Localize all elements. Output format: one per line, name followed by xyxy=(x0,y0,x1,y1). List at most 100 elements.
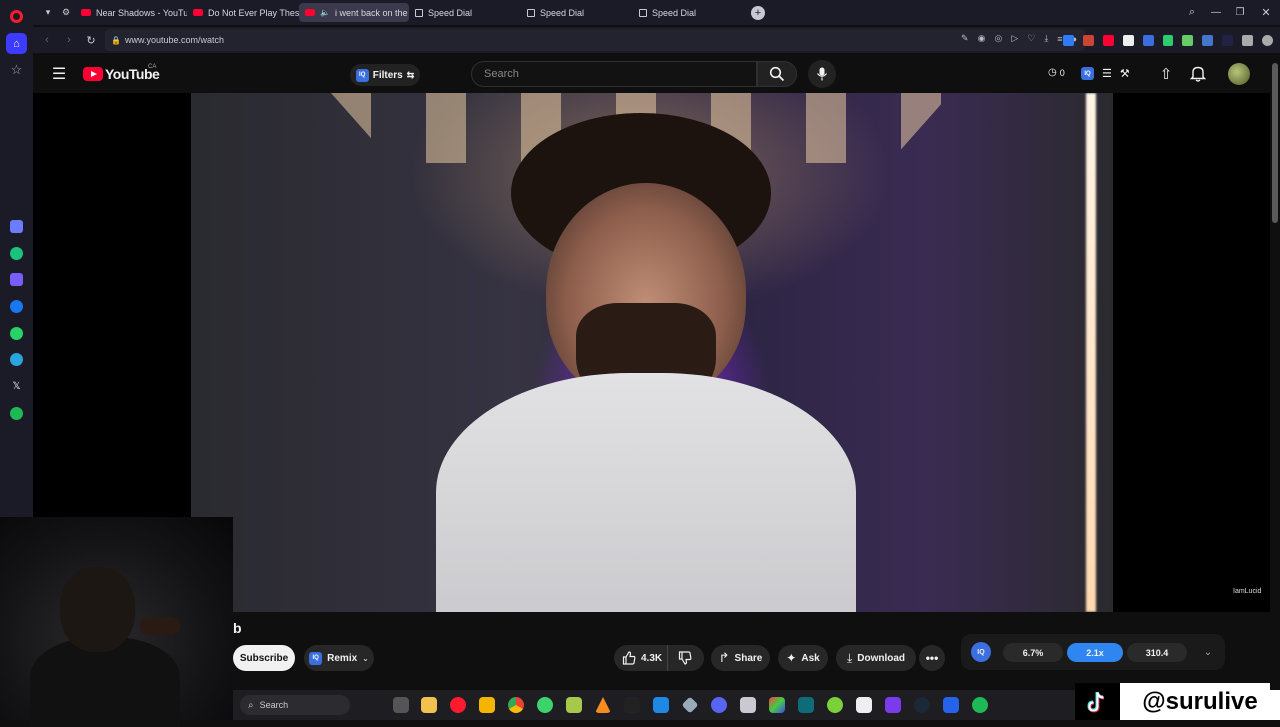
tab-i-went-back[interactable]: 🔈 i went back on the da xyxy=(299,3,409,22)
task-view-icon[interactable] xyxy=(393,697,409,713)
tab-near-shadows[interactable]: Near Shadows - YouTube xyxy=(75,3,187,22)
tab-do-not-ever-play[interactable]: Do Not Ever Play These G xyxy=(187,3,299,22)
opera-taskbar-icon[interactable] xyxy=(450,697,466,713)
steam-icon[interactable] xyxy=(914,697,930,713)
grid-app-icon[interactable] xyxy=(740,697,756,713)
remix-button[interactable]: IQ Remix ⌄ xyxy=(304,645,374,671)
telegram-icon[interactable] xyxy=(10,353,23,366)
cursor-app-icon[interactable] xyxy=(624,697,640,713)
diamond-app-icon[interactable] xyxy=(681,696,699,714)
watch-time-indicator[interactable]: ◷ 0 xyxy=(1048,67,1065,78)
chat-app-icon[interactable] xyxy=(10,273,23,286)
capcut-icon[interactable] xyxy=(856,697,872,713)
spotify-icon[interactable] xyxy=(10,407,23,420)
teal-app-icon[interactable] xyxy=(798,697,814,713)
iq-stat-score[interactable]: 310.4 xyxy=(1127,643,1187,662)
stack-app-icon[interactable] xyxy=(566,697,582,713)
vlc-icon[interactable] xyxy=(595,697,611,713)
like-button[interactable]: 4.3K xyxy=(614,645,668,671)
iq-stat-percent[interactable]: 6.7% xyxy=(1003,643,1063,662)
dislike-button[interactable] xyxy=(668,645,702,671)
download-button[interactable]: ⤓ Download xyxy=(836,645,916,671)
speaker-icon[interactable]: 🔈 xyxy=(320,8,330,17)
tab-speed-dial-1[interactable]: Speed Dial xyxy=(409,3,521,22)
star-icon[interactable]: ☆ xyxy=(8,62,25,78)
list-icon[interactable]: ☰ xyxy=(1102,67,1112,80)
tab-speed-dial-2[interactable]: Speed Dial xyxy=(521,3,633,22)
play-icon[interactable]: ▷ xyxy=(1011,33,1018,44)
extension-iq-icon[interactable] xyxy=(1142,34,1154,46)
close-window-icon[interactable]: ✕ xyxy=(1252,6,1280,19)
green-app-icon[interactable] xyxy=(537,697,553,713)
more-actions-button[interactable]: ••• xyxy=(919,645,945,671)
voice-search-button[interactable] xyxy=(808,60,836,88)
minimize-icon[interactable]: — xyxy=(1204,7,1228,18)
vpn-icon[interactable]: ◎ xyxy=(994,33,1002,44)
camera-icon[interactable]: ◉ xyxy=(978,33,986,44)
restore-icon[interactable]: ❐ xyxy=(1228,7,1252,18)
avatar[interactable] xyxy=(1228,63,1250,85)
taskbar-search[interactable]: ⌕ Search xyxy=(240,695,350,715)
clock-icon: ◷ xyxy=(1048,67,1057,78)
tab-search-icon[interactable]: ⌕ xyxy=(1180,6,1204,19)
home-icon[interactable]: ⌂ xyxy=(6,33,27,54)
iq-widget-logo-icon[interactable]: IQ xyxy=(971,642,991,662)
tools-icon[interactable]: ⚒ xyxy=(1120,67,1130,80)
colorful-app-icon[interactable] xyxy=(769,697,785,713)
extension-wave-icon[interactable] xyxy=(1202,34,1214,46)
extension-icon[interactable]: ⚙ xyxy=(57,4,75,22)
share-button[interactable]: ↱ Share xyxy=(711,645,770,671)
messenger-icon[interactable] xyxy=(10,300,23,313)
youtube-logo-icon[interactable] xyxy=(83,67,103,81)
extension-yt-icon[interactable] xyxy=(1102,34,1114,46)
spiral-app-icon[interactable] xyxy=(827,697,843,713)
notifications-button[interactable] xyxy=(1190,65,1208,83)
url-field[interactable]: 🔒 www.youtube.com/watch ✎ ◉ ◎ ▷ ♡ ⤓ ≡ ● xyxy=(105,29,1085,51)
extension-green-icon[interactable] xyxy=(1162,34,1174,46)
channel-name-partial[interactable]: b xyxy=(233,620,242,636)
extension-blue-icon[interactable] xyxy=(1063,34,1074,46)
chrome-icon[interactable] xyxy=(508,697,524,713)
download-icon[interactable]: ⤓ xyxy=(1044,33,1048,44)
ask-button[interactable]: ✦ Ask xyxy=(778,645,828,671)
edit-icon[interactable]: ✎ xyxy=(961,33,969,44)
page-scrollbar[interactable] xyxy=(1270,55,1280,690)
blue-app-icon[interactable] xyxy=(653,697,669,713)
new-tab-icon[interactable]: + xyxy=(751,5,765,20)
scrollbar-thumb[interactable] xyxy=(1272,63,1278,223)
whatsapp-icon[interactable] xyxy=(10,327,23,340)
chatgpt-icon[interactable] xyxy=(10,247,23,260)
extension-grid-icon[interactable] xyxy=(1182,34,1194,46)
purple-app-icon[interactable] xyxy=(885,697,901,713)
search-button[interactable] xyxy=(757,61,797,87)
iq-expand-chevron-icon[interactable]: ⌄ xyxy=(1201,645,1215,659)
video-frame[interactable] xyxy=(191,93,1113,612)
discord-icon[interactable] xyxy=(711,697,727,713)
settings-gear-icon[interactable] xyxy=(1262,34,1273,46)
x-icon[interactable]: 𝕏 xyxy=(10,380,23,393)
forward-icon[interactable]: › xyxy=(61,32,77,48)
extension-puzzle-icon[interactable] xyxy=(1242,34,1254,46)
rss-icon[interactable] xyxy=(1122,34,1134,46)
subscribe-button[interactable]: Subscribe xyxy=(233,645,295,671)
store-app-icon[interactable] xyxy=(943,697,959,713)
extension-dark-icon[interactable] xyxy=(1222,34,1234,46)
menu-icon[interactable]: ≡ xyxy=(1057,33,1062,44)
tab-speed-dial-3[interactable]: Speed Dial xyxy=(633,3,745,22)
spotify-taskbar-icon[interactable] xyxy=(972,697,988,713)
lightning-app-icon[interactable] xyxy=(479,697,495,713)
iq-header-icon[interactable]: IQ xyxy=(1081,67,1094,80)
heart-icon[interactable]: ♡ xyxy=(1027,33,1035,44)
hamburger-menu-icon[interactable]: ☰ xyxy=(50,65,68,83)
upload-icon[interactable]: ⇧ xyxy=(1157,65,1175,83)
extension-red-icon[interactable] xyxy=(1082,34,1094,46)
file-explorer-icon[interactable] xyxy=(421,697,437,713)
aria-icon[interactable] xyxy=(10,220,23,233)
filters-button[interactable]: IQ Filters ⇆ xyxy=(350,64,420,86)
back-icon[interactable]: ‹ xyxy=(39,32,55,48)
workspace-icon[interactable]: ▾ xyxy=(39,4,57,22)
opera-logo-icon[interactable] xyxy=(10,10,23,23)
iq-stat-multiplier[interactable]: 2.1x xyxy=(1067,643,1123,662)
search-input[interactable]: Search xyxy=(471,61,757,87)
reload-icon[interactable]: ↻ xyxy=(83,32,99,48)
